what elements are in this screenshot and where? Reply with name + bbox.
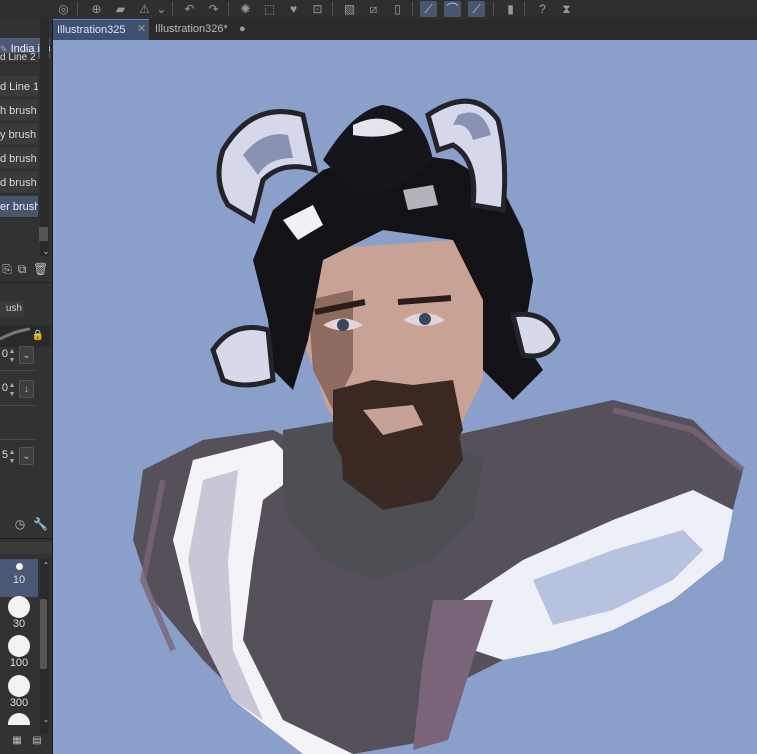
separator — [228, 2, 229, 16]
command-bar: ◎ ⊕ ▰ ⚠ ⌄ ↶ ↷ ✺ ⬚ ♥ ⊡ ▧ ⧄ ▯ ⟋ ⌒ ⟋ ▮ ? ⧗ — [0, 0, 757, 20]
grid-view-icon[interactable]: ▦ — [10, 734, 24, 748]
property-value[interactable]: 5 — [0, 449, 8, 461]
crop-icon[interactable]: ⧄ — [365, 1, 382, 17]
divider — [0, 405, 36, 406]
scroll-thumb[interactable] — [39, 227, 48, 241]
copy-icon[interactable]: ⎘ — [0, 262, 14, 276]
stroke-preview: 🔒 — [0, 325, 50, 347]
dropdown-icon[interactable]: ⌄ — [153, 1, 170, 17]
subtool-item[interactable]: h brush — [0, 100, 38, 122]
spinner-icon[interactable]: ▲ ▼ — [8, 381, 16, 399]
property-value[interactable]: 0 — [0, 348, 8, 360]
divider — [0, 439, 36, 440]
page-icon[interactable]: ▯ — [389, 1, 406, 17]
drawing-canvas[interactable] — [53, 40, 757, 754]
property-row-size: 0 ▲ ▼ ⌄ — [0, 345, 50, 367]
separator — [77, 2, 78, 16]
tab-label: Illustration326* — [155, 23, 228, 35]
tool-panel: ✎ India ink d Line 2 d Line 1 h brush y … — [0, 19, 53, 754]
subtool-label: d Line 2 — [0, 53, 36, 63]
brush-size-label: 100 — [9, 657, 29, 669]
warning-icon[interactable]: ⚠ — [136, 1, 153, 17]
property-row-stabilizer: 5 ▲ ▼ ⌄ — [0, 446, 50, 468]
lock-icon[interactable]: 🔒 — [31, 329, 45, 343]
tab-tool-property[interactable]: ush — [0, 301, 24, 317]
brush-size-label: 300 — [9, 697, 29, 709]
redo-icon[interactable]: ↷ — [205, 1, 222, 17]
subtool-scrollbar[interactable] — [40, 19, 49, 256]
brush-size-label: 30 — [12, 618, 26, 630]
separator — [412, 2, 413, 16]
spinner-icon[interactable]: ▲ ▼ — [8, 448, 16, 466]
download-icon[interactable]: ↓ — [19, 380, 34, 398]
brush-size-next[interactable] — [0, 713, 38, 729]
modified-dot-icon[interactable]: ● — [239, 19, 246, 40]
illustration-artwork — [133, 98, 745, 754]
separator — [493, 2, 494, 16]
spinner-icon[interactable]: ▲ ▼ — [8, 347, 16, 365]
tab-illustration326[interactable]: Illustration326* — [151, 19, 251, 40]
flip-icon[interactable]: ⧗ — [558, 1, 575, 17]
scroll-thumb[interactable] — [40, 599, 47, 669]
subtool-label: er brush — [0, 201, 38, 213]
clock-icon[interactable]: ◷ — [13, 517, 27, 531]
subtool-label: h brush — [0, 105, 37, 117]
chevron-up-icon[interactable]: ⌃ — [39, 559, 52, 573]
brush-size-header — [0, 542, 52, 554]
subtool-label: y brush — [0, 129, 37, 141]
subtool-item[interactable]: d Line 2 — [0, 53, 38, 63]
close-icon[interactable]: ✕ — [137, 19, 146, 40]
separator — [524, 2, 525, 16]
separator — [332, 2, 333, 16]
property-value[interactable]: 0 — [0, 382, 8, 394]
subtool-item[interactable]: d brush — [0, 172, 38, 194]
duplicate-icon[interactable]: ⧉ — [15, 262, 29, 276]
phone-icon[interactable]: ▮ — [502, 1, 519, 17]
brush-size-300[interactable]: 300 — [0, 675, 38, 713]
fill-icon[interactable]: ♥ — [285, 1, 302, 17]
divider — [0, 370, 36, 371]
trash-icon[interactable]: 🗑 — [33, 262, 48, 276]
document-tabs: Illustration325 ✕ Illustration326* ● — [53, 19, 757, 40]
subtool-label: d brush — [0, 153, 37, 165]
subtool-item[interactable]: y brush — [0, 124, 38, 146]
subtool-item[interactable]: er brush — [0, 196, 38, 218]
wrench-icon[interactable]: 🔧 — [33, 517, 48, 531]
brush-size-30[interactable]: 30 — [0, 596, 38, 634]
tab-illustration325[interactable]: Illustration325 — [53, 19, 149, 40]
undo-icon[interactable]: ↶ — [181, 1, 198, 17]
subtool-item[interactable]: d Line 1 — [0, 76, 38, 98]
chevron-down-icon[interactable]: ⌄ — [39, 244, 52, 258]
divider — [0, 282, 52, 283]
property-row-opacity: 0 ▲ ▼ ↓ — [0, 379, 50, 401]
tab-label: Illustration325 — [57, 24, 126, 36]
divider — [0, 538, 52, 539]
chevron-down-icon[interactable]: ⌄ — [39, 713, 52, 727]
brush-size-10[interactable]: 10 — [0, 559, 38, 597]
dynamics-button[interactable]: ⌄ — [19, 447, 34, 465]
open-icon[interactable]: ▰ — [112, 1, 129, 17]
burst-icon[interactable]: ✺ — [237, 1, 254, 17]
separator — [172, 2, 173, 16]
ruler-icon[interactable]: ⟋ — [420, 1, 437, 17]
curve-icon[interactable]: ⌒ — [444, 1, 461, 17]
selection-icon[interactable]: ⬚ — [261, 1, 278, 17]
new-icon[interactable]: ⊕ — [88, 1, 105, 17]
subtool-item[interactable]: d brush — [0, 148, 38, 170]
transform-icon[interactable]: ⊡ — [309, 1, 326, 17]
brush-size-100[interactable]: 100 — [0, 635, 38, 673]
dynamics-button[interactable]: ⌄ — [19, 346, 34, 364]
subtool-label: d brush — [0, 177, 37, 189]
brush-size-label: 10 — [12, 574, 26, 586]
help-icon[interactable]: ? — [534, 1, 551, 17]
grid-icon[interactable]: ▧ — [341, 1, 358, 17]
subtool-label: d Line 1 — [0, 81, 38, 93]
stroke-icon[interactable]: ⟋ — [468, 1, 485, 17]
spiral-icon[interactable]: ◎ — [55, 1, 72, 17]
list-view-icon[interactable]: ▤ — [30, 734, 44, 748]
